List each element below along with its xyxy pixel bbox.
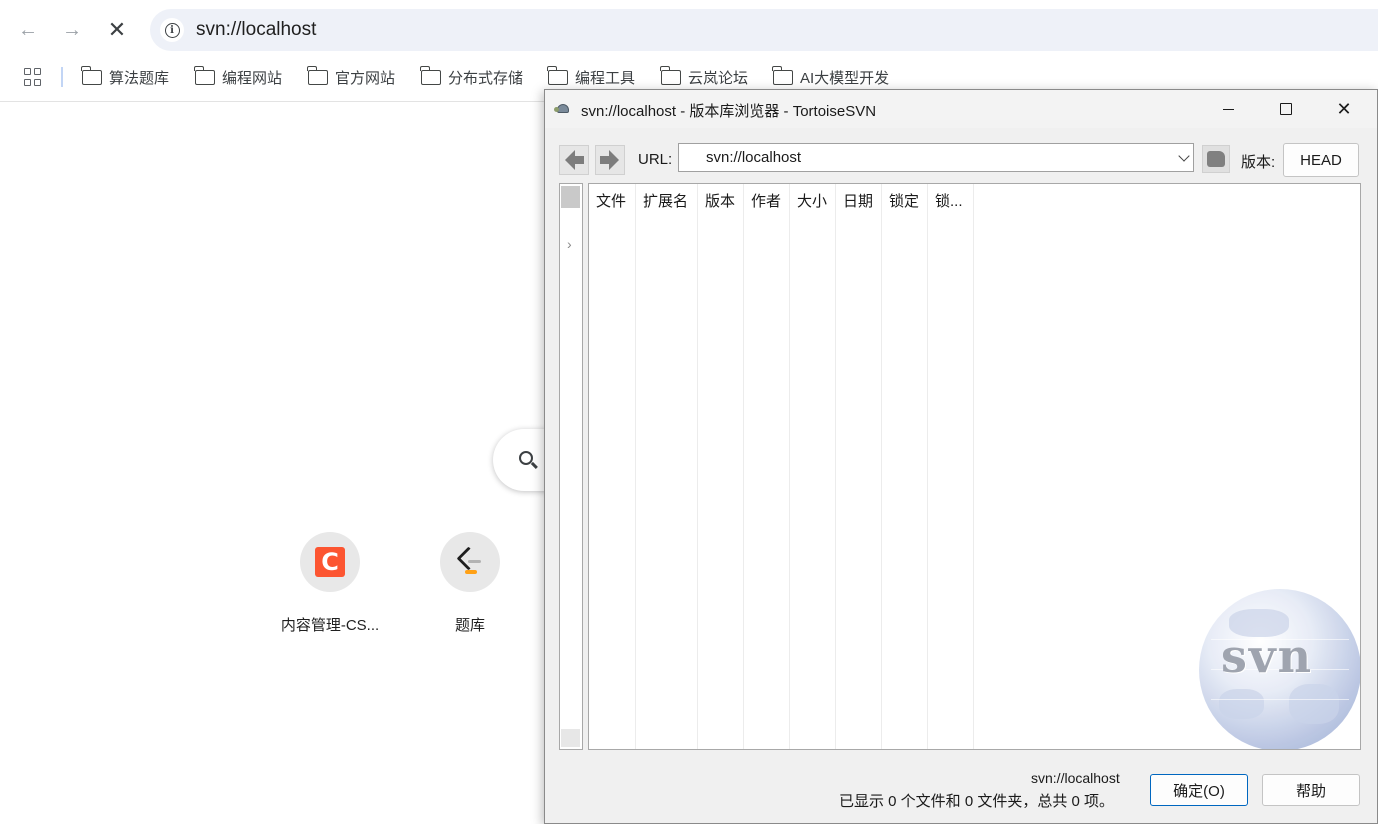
search-icon <box>519 451 533 465</box>
apps-grid-icon[interactable] <box>24 68 42 86</box>
minimize-button[interactable] <box>1199 90 1257 128</box>
revision-head-button[interactable]: HEAD <box>1283 143 1359 177</box>
bookmark-folder[interactable]: 云岚论坛 <box>660 65 749 88</box>
column-header-lock-more[interactable]: 锁... <box>928 184 974 749</box>
column-header-author[interactable]: 作者 <box>744 184 790 749</box>
folder-icon <box>660 65 681 85</box>
shortcut-tile[interactable]: 题库 <box>400 532 540 635</box>
column-label: 日期 <box>843 193 874 210</box>
bookmark-label: 云岚论坛 <box>688 69 749 87</box>
shortcut-icon-circle <box>440 532 500 592</box>
shortcut-icon-circle: C <box>300 532 360 592</box>
browser-toolbar: ← → ✕ i svn://localhost 算法题库 编程网站 官方网站 分… <box>0 0 1378 102</box>
address-bar[interactable]: i svn://localhost <box>150 9 1378 51</box>
status-summary: 已显示 0 个文件和 0 文件夹，总共 0 项。 <box>839 793 1115 810</box>
folder-icon <box>772 65 793 85</box>
address-text[interactable]: svn://localhost <box>196 19 316 41</box>
bookmark-folder[interactable]: 编程网站 <box>194 65 283 88</box>
expand-chevron-icon[interactable]: › <box>567 236 572 252</box>
column-header-revision[interactable]: 版本 <box>698 184 744 749</box>
stop-loading-icon[interactable]: ✕ <box>101 14 133 46</box>
bookmark-label: 分布式存储 <box>448 69 524 87</box>
left-arrow-icon <box>565 150 584 170</box>
leetcode-icon <box>455 546 485 577</box>
help-button[interactable]: 帮助 <box>1262 774 1360 806</box>
folder-icon <box>194 65 215 85</box>
bookmark-folder[interactable]: AI大模型开发 <box>772 65 890 88</box>
svn-logo-text: svn <box>1221 629 1314 683</box>
tortoisesvn-icon <box>554 101 572 117</box>
shortcut-label: 内容管理-CS... <box>280 617 380 634</box>
bookmark-folder[interactable]: 算法题库 <box>81 65 170 88</box>
svn-repo-browser-window: svn://localhost - 版本库浏览器 - TortoiseSVN ✕… <box>544 89 1378 824</box>
bookmark-folder[interactable]: 分布式存储 <box>420 65 524 88</box>
right-arrow-icon <box>600 150 619 170</box>
column-header-file[interactable]: 文件 <box>589 184 636 749</box>
bookmarks-separator <box>61 67 63 87</box>
bookmark-label: 编程网站 <box>222 69 283 87</box>
revision-icon <box>1207 151 1225 167</box>
folder-icon <box>81 65 102 85</box>
scrollbar-thumb[interactable] <box>561 186 580 208</box>
url-combobox[interactable]: svn://localhost <box>678 143 1194 172</box>
folder-tree-pane[interactable]: › <box>559 183 583 750</box>
bookmark-label: AI大模型开发 <box>800 69 890 87</box>
url-toolbar: URL: svn://localhost 版本: HEAD <box>559 143 1365 177</box>
bookmarks-bar: 算法题库 编程网站 官方网站 分布式存储 编程工具 云岚论坛 AI大模型开发 <box>0 62 1378 92</box>
column-header-size[interactable]: 大小 <box>790 184 836 749</box>
status-url: svn://localhost <box>1031 770 1120 786</box>
ok-button[interactable]: 确定(O) <box>1150 774 1248 806</box>
minimize-icon <box>1222 108 1234 110</box>
folder-icon <box>420 65 441 85</box>
bookmark-folder[interactable]: 编程工具 <box>547 65 636 88</box>
svn-logo-watermark: svn <box>1199 589 1360 749</box>
column-label: 文件 <box>596 193 627 210</box>
folder-icon <box>547 65 568 85</box>
window-titlebar[interactable]: svn://localhost - 版本库浏览器 - TortoiseSVN ✕ <box>545 90 1377 128</box>
shortcut-tile[interactable]: C 内容管理-CS... <box>260 532 400 635</box>
window-title: svn://localhost - 版本库浏览器 - TortoiseSVN <box>581 103 877 120</box>
close-button[interactable]: ✕ <box>1315 90 1373 128</box>
csdn-icon: C <box>315 547 345 577</box>
back-button[interactable] <box>559 145 589 175</box>
folder-icon <box>307 65 328 85</box>
bookmark-label: 算法题库 <box>109 69 170 87</box>
bookmark-folder[interactable]: 官方网站 <box>307 65 396 88</box>
column-label: 作者 <box>751 193 782 210</box>
file-list-pane[interactable]: 文件 扩展名 版本 作者 大小 日期 锁定 锁... svn <box>588 183 1361 750</box>
forward-arrow-icon[interactable]: → <box>56 14 88 46</box>
column-header-extension[interactable]: 扩展名 <box>636 184 698 749</box>
column-header-date[interactable]: 日期 <box>836 184 882 749</box>
url-label: URL: <box>638 151 673 168</box>
column-label: 扩展名 <box>643 193 689 210</box>
column-header-lock[interactable]: 锁定 <box>882 184 928 749</box>
bookmark-label: 官方网站 <box>335 69 396 87</box>
bookmark-label: 编程工具 <box>575 69 636 87</box>
forward-button[interactable] <box>595 145 625 175</box>
column-label: 大小 <box>797 193 828 210</box>
chevron-down-icon[interactable] <box>1178 150 1190 162</box>
shortcut-label: 题库 <box>454 617 485 634</box>
back-arrow-icon[interactable]: ← <box>12 14 44 46</box>
revision-picker-button[interactable] <box>1202 145 1230 173</box>
column-label: 锁定 <box>889 193 920 210</box>
url-value[interactable]: svn://localhost <box>706 149 801 166</box>
revision-label: 版本: <box>1241 154 1276 171</box>
maximize-button[interactable] <box>1257 90 1315 128</box>
column-label: 版本 <box>705 193 736 210</box>
column-label: 锁... <box>935 193 963 210</box>
close-icon: ✕ <box>1336 98 1352 119</box>
site-info-icon[interactable]: i <box>160 18 184 42</box>
scrollbar-track-end[interactable] <box>561 729 580 747</box>
maximize-icon <box>1280 103 1292 115</box>
